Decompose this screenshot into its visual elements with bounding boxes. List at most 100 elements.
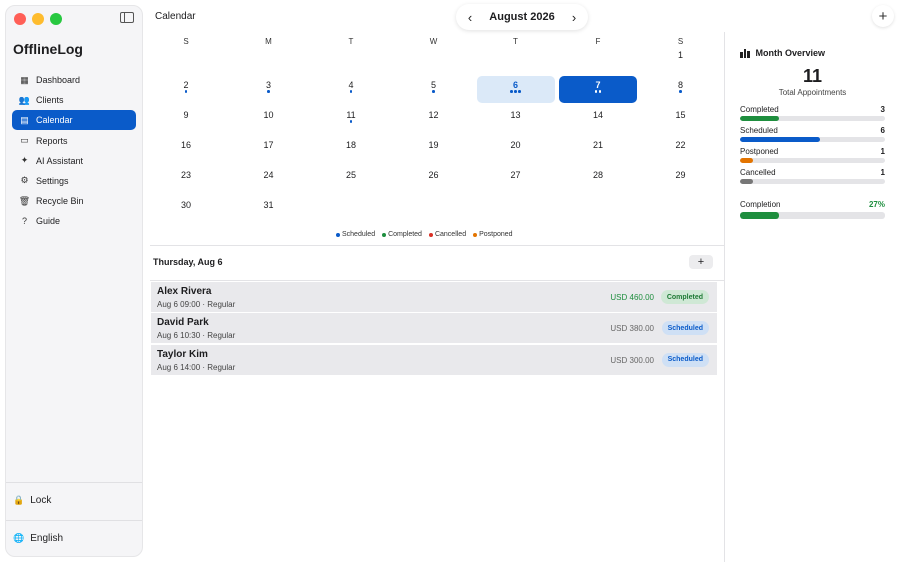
sidebar-item-calendar[interactable]: ▤ Calendar <box>12 110 136 131</box>
chevron-left-icon[interactable]: ‹ <box>464 10 476 25</box>
day-number: 10 <box>263 110 274 120</box>
chevron-right-icon[interactable]: › <box>568 10 580 25</box>
sidebar-item-dashboard[interactable]: ▦ Dashboard <box>12 70 136 90</box>
sidebar-divider <box>6 482 142 483</box>
day-number: 21 <box>592 140 603 150</box>
calendar-day[interactable]: 6 <box>476 76 555 103</box>
completion-bar-fill <box>740 212 780 219</box>
day-status-dots <box>312 120 390 123</box>
day-number: 14 <box>592 110 603 120</box>
close-window-button[interactable] <box>14 13 26 25</box>
stat-scheduled: Scheduled 6 <box>740 126 885 142</box>
calendar-day[interactable]: 29 <box>642 166 720 193</box>
appointment-price: USD 460.00 <box>610 293 654 302</box>
calendar-day[interactable]: 4 <box>312 76 390 103</box>
legend-item: Cancelled <box>428 231 466 238</box>
calendar-day[interactable]: 20 <box>477 136 555 163</box>
section-divider <box>150 245 724 246</box>
calendar-day[interactable]: 17 <box>230 136 308 163</box>
calendar-day[interactable]: 15 <box>642 106 720 133</box>
stat-label: Scheduled <box>740 126 778 135</box>
day-number: 31 <box>263 200 274 210</box>
stat-value: 3 <box>880 105 885 114</box>
appointment-row[interactable]: Alex Rivera Aug 6 09:00 · Regular USD 460.… <box>151 282 717 312</box>
add-appointment-button[interactable]: + <box>872 5 894 27</box>
calendar-day[interactable]: 25 <box>312 166 390 193</box>
calendar-day[interactable]: 13 <box>477 106 555 133</box>
calendar-day[interactable]: 23 <box>147 166 225 193</box>
add-day-appointment-button[interactable]: + <box>689 255 713 269</box>
day-number: 12 <box>428 110 439 120</box>
sidebar-item-label: Reports <box>36 135 68 146</box>
calendar-day[interactable]: 18 <box>312 136 390 163</box>
calendar-day[interactable]: 24 <box>230 166 308 193</box>
lock-button[interactable]: 🔒 Lock <box>13 495 51 506</box>
day-number: 7 <box>595 80 601 90</box>
trash-icon: 🗑 <box>18 195 31 206</box>
day-number: 29 <box>675 170 686 180</box>
sidebar-item-guide[interactable]: ? Guide <box>12 211 136 231</box>
day-number: 8 <box>677 80 683 90</box>
month-label: August 2026 <box>489 11 555 23</box>
language-button[interactable]: 🌐 English <box>13 533 63 544</box>
day-number: 19 <box>428 140 439 150</box>
window-controls <box>14 13 62 25</box>
sidebar-item-label: Guide <box>36 216 61 227</box>
sidebar-item-recycle-bin[interactable]: 🗑 Recycle Bin <box>12 191 136 211</box>
calendar-day[interactable]: 5 <box>395 76 473 103</box>
appointment-row[interactable]: David Park Aug 6 10:30 · Regular USD 380.0… <box>151 313 717 344</box>
legend-item: Completed <box>382 231 422 238</box>
status-dot <box>432 90 435 93</box>
day-number: 15 <box>675 110 686 120</box>
day-number: 17 <box>263 140 274 150</box>
weekday-header: M <box>265 37 272 46</box>
calendar-day[interactable]: 11 <box>312 106 390 133</box>
calendar-day[interactable]: 9 <box>147 106 225 133</box>
bar-chart-icon <box>740 48 750 58</box>
day-number: 1 <box>677 50 683 60</box>
calendar-day[interactable]: 27 <box>477 166 555 193</box>
calendar-day[interactable]: 1 <box>642 46 720 73</box>
sidebar-nav: ▦ Dashboard 👥 Clients ▤ Calendar ▭ Reports ✦ AI A… <box>12 70 136 232</box>
stat-bar <box>740 179 885 184</box>
status-dot <box>679 90 682 93</box>
sidebar-toggle-icon[interactable] <box>120 12 134 23</box>
calendar-day[interactable]: 31 <box>230 196 308 223</box>
calendar-day[interactable]: 3 <box>230 76 308 103</box>
calendar-day[interactable]: 28 <box>559 166 637 193</box>
appointment-row[interactable]: Taylor Kim Aug 6 14:00 · Regular USD 300.0… <box>151 344 717 375</box>
calendar-day[interactable]: 16 <box>147 136 225 163</box>
calendar-day[interactable]: 21 <box>559 136 637 163</box>
sidebar-item-ai-assistant[interactable]: ✦ AI Assistant <box>12 151 136 171</box>
zoom-window-button[interactable] <box>50 13 62 25</box>
calendar-day[interactable]: 10 <box>230 106 308 133</box>
day-number: 27 <box>510 170 521 180</box>
calendar-icon: ▤ <box>20 114 29 125</box>
appointment-meta: Aug 6 14:00 · Regular <box>157 362 236 372</box>
calendar-day[interactable]: 26 <box>395 166 473 193</box>
sidebar-item-reports[interactable]: ▭ Reports <box>12 131 136 151</box>
status-dot <box>594 90 598 93</box>
day-number: 30 <box>180 200 191 210</box>
calendar-day[interactable]: 2 <box>147 76 225 103</box>
sidebar-item-label: Recycle Bin <box>36 196 84 207</box>
appointment-price: USD 300.00 <box>610 355 654 365</box>
sidebar-item-settings[interactable]: ⚙ Settings <box>12 171 136 191</box>
calendar-day[interactable]: 22 <box>642 136 720 163</box>
stat-label: Postponed <box>740 147 779 156</box>
minimize-window-button[interactable] <box>32 13 44 25</box>
day-number: 20 <box>510 140 521 150</box>
calendar-day[interactable]: 12 <box>395 106 473 133</box>
stat-value: 1 <box>880 168 885 177</box>
calendar-day[interactable]: 8 <box>642 76 720 103</box>
sidebar-item-clients[interactable]: 👥 Clients <box>12 90 136 110</box>
calendar-day[interactable]: 14 <box>559 106 637 133</box>
stat-bar <box>740 137 885 142</box>
calendar-day[interactable]: 7 <box>559 76 637 103</box>
stat-label: Cancelled <box>740 168 776 177</box>
calendar-day[interactable]: 30 <box>147 196 225 223</box>
day-number: 9 <box>183 110 189 120</box>
calendar-day[interactable]: 19 <box>395 136 473 163</box>
appointment-meta: Aug 6 10:30 · Regular <box>157 331 236 341</box>
legend-dot <box>382 232 387 237</box>
